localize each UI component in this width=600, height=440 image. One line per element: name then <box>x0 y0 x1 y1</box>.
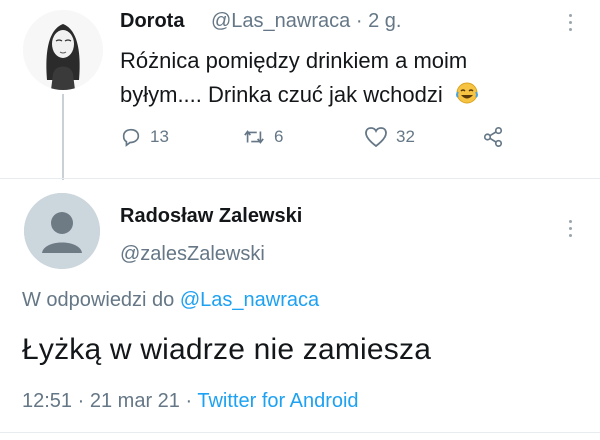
tweet-date[interactable]: 21 mar 21 <box>90 390 180 412</box>
tweet-text: Łyżką w wiadrze nie zamiesza <box>22 333 432 366</box>
more-options-icon[interactable] <box>566 14 574 38</box>
like-count: 32 <box>396 127 415 146</box>
author-handle[interactable]: @zalesZalewski <box>120 243 265 266</box>
avatar-drawing <box>23 10 103 90</box>
default-profile-icon <box>24 193 100 269</box>
author-handle[interactable]: @Las_nawraca <box>211 10 350 32</box>
author-handle-row: @Las_nawraca · 2 g. <box>211 10 401 33</box>
tweet-source-link[interactable]: Twitter for Android <box>197 390 358 412</box>
separator-dot: · <box>185 390 193 412</box>
tears-of-joy-emoji <box>455 81 479 115</box>
tweet-meta: 12:51 · 21 mar 21 · Twitter for Android <box>22 390 359 413</box>
avatar-default[interactable] <box>24 193 100 269</box>
share-action[interactable] <box>482 126 504 148</box>
avatar-dorota[interactable] <box>23 10 103 90</box>
replying-handle-link[interactable]: @Las_nawraca <box>180 289 319 311</box>
reply-count: 13 <box>150 127 169 146</box>
tweet-divider <box>0 178 600 179</box>
separator-dot: · <box>77 390 85 412</box>
more-options-icon[interactable] <box>566 220 574 244</box>
tweet-text-content: Różnica pomiędzy drinkiem a moim byłym..… <box>120 48 468 107</box>
tweet-time[interactable]: 12:51 <box>22 390 72 412</box>
retweet-icon <box>244 130 264 144</box>
reply-action[interactable]: 13 <box>120 126 169 148</box>
replying-prefix: W odpowiedzi do <box>22 289 180 311</box>
author-name[interactable]: Dorota <box>120 10 184 33</box>
retweet-count: 6 <box>274 127 284 146</box>
like-action[interactable]: 32 <box>364 126 415 148</box>
share-icon <box>483 127 503 147</box>
retweet-action[interactable]: 6 <box>242 126 283 148</box>
tweet-divider <box>0 432 600 433</box>
author-name[interactable]: Radosław Zalewski <box>120 205 302 228</box>
tweet-time[interactable]: 2 g. <box>368 10 401 32</box>
replying-to: W odpowiedzi do @Las_nawraca <box>22 289 319 312</box>
tweet-text: Różnica pomiędzy drinkiem a moim byłym..… <box>120 44 540 115</box>
heart-icon <box>365 127 387 148</box>
separator-dot: · <box>355 10 363 32</box>
reply-icon <box>122 128 140 147</box>
thread-connector-line <box>62 94 64 180</box>
